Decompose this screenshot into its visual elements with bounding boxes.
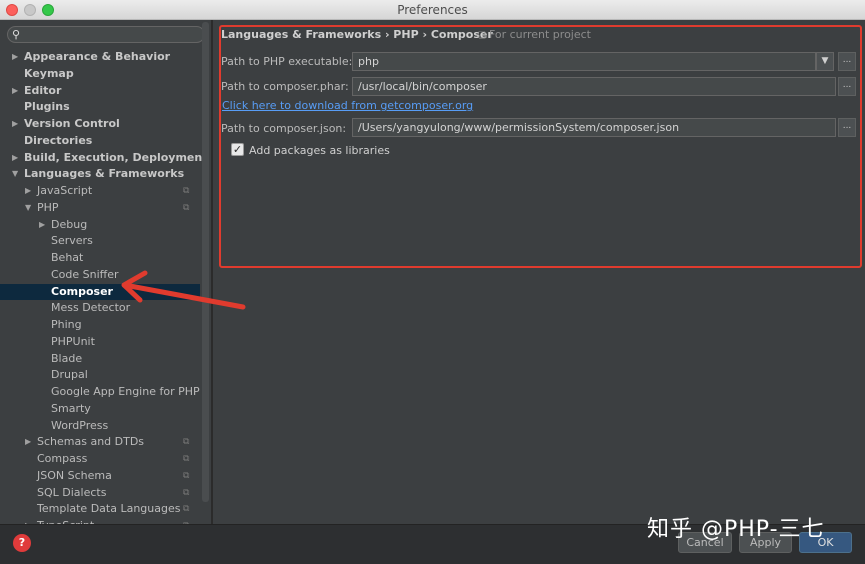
window-title: Preferences [397, 3, 468, 17]
project-scope-icon: ⧉ [183, 202, 190, 213]
project-scope-icon: ⧉ [183, 487, 190, 498]
sidebar-item-label: SQL Dialects [37, 485, 107, 499]
sidebar-item-json-schema[interactable]: JSON Schema ⧉ [0, 468, 200, 485]
chevron-right-icon[interactable]: ▶ [12, 116, 22, 133]
search-input[interactable] [26, 28, 196, 41]
sidebar-item-label: Composer [51, 284, 113, 298]
sidebar-item-compass[interactable]: Compass ⧉ [0, 451, 200, 468]
sidebar-item-php[interactable]: ▼ PHP ⧉ [0, 200, 200, 217]
sidebar-item-label: Blade [51, 351, 83, 365]
sidebar-item-javascript[interactable]: ▶ JavaScript ⧉ [0, 183, 200, 200]
project-scope-icon: ⧉ [183, 437, 190, 448]
sidebar-item-label: Plugins [24, 100, 70, 114]
sidebar-item-blade[interactable]: Blade [0, 351, 200, 368]
sidebar-item-phpunit[interactable]: PHPUnit [0, 334, 200, 351]
sidebar-item-appearance-behavior[interactable]: ▶ Appearance & Behavior [0, 49, 200, 66]
chevron-right-icon[interactable]: ▶ [12, 49, 22, 66]
sidebar-item-label: PHPUnit [51, 334, 95, 348]
sidebar-item-label: Editor [24, 83, 62, 97]
sidebar-item-label: Drupal [51, 368, 88, 382]
sidebar-item-label: Schemas and DTDs [37, 435, 145, 449]
sidebar-item-label: Google App Engine for PHP [51, 385, 200, 398]
sidebar-item-drupal[interactable]: Drupal [0, 367, 200, 384]
sidebar-scrollbar[interactable] [202, 22, 209, 502]
chevron-right-icon[interactable]: ▶ [12, 150, 22, 167]
sidebar-item-label: Code Sniffer [51, 267, 119, 281]
sidebar-item-label: Behat [51, 251, 84, 264]
sidebar-item-servers[interactable]: Servers [0, 233, 200, 250]
sidebar-item-label: Directories [24, 133, 93, 147]
highlight-box [219, 25, 862, 268]
sidebar-item-label: Appearance & Behavior [24, 50, 171, 63]
project-scope-icon: ⧉ [183, 454, 190, 464]
sidebar-item-label: JavaScript [37, 184, 93, 197]
sidebar-item-composer[interactable]: Composer [0, 283, 200, 301]
sidebar-item-label: Compass [37, 452, 88, 465]
sidebar-item-template-data-languages[interactable]: Template Data Languages ⧉ [0, 501, 200, 518]
settings-sidebar: ⚲ ▶ Appearance & Behavior Keymap ▶ Editor Plu… [0, 20, 211, 524]
help-icon[interactable]: ? [13, 534, 31, 552]
settings-search[interactable]: ⚲ [7, 26, 205, 43]
project-scope-icon: ⧉ [183, 470, 190, 481]
sidebar-item-label: JSON Schema [37, 468, 112, 482]
search-icon: ⚲ [12, 28, 21, 41]
sidebar-item-mess-detector[interactable]: Mess Detector [0, 300, 200, 317]
project-scope-icon: ⧉ [183, 504, 190, 515]
sidebar-item-directories[interactable]: Directories [0, 133, 200, 150]
sidebar-item-wordpress[interactable]: WordPress [0, 418, 200, 435]
sidebar-item-label: Mess Detector [51, 301, 131, 315]
sidebar-item-smarty[interactable]: Smarty [0, 401, 200, 418]
chevron-right-icon[interactable]: ▶ [25, 183, 35, 200]
sidebar-item-label: Version Control [24, 117, 120, 130]
chevron-right-icon[interactable]: ▶ [25, 434, 35, 451]
sidebar-item-editor[interactable]: ▶ Editor [0, 83, 200, 100]
sidebar-item-label: Debug [51, 217, 88, 231]
sidebar-item-sql-dialects[interactable]: SQL Dialects ⧉ [0, 485, 200, 502]
sidebar-item-keymap[interactable]: Keymap [0, 66, 200, 83]
sidebar-item-label: Languages & Frameworks [24, 167, 185, 181]
sidebar-item-debug[interactable]: ▶ Debug [0, 217, 200, 234]
sidebar-item-label: Smarty [51, 401, 91, 415]
sidebar-item-build-execution-deployment[interactable]: ▶ Build, Execution, Deployment [0, 150, 207, 167]
watermark-text: 知乎 @PHP-三七 [647, 517, 825, 542]
chevron-right-icon[interactable]: ▶ [12, 83, 22, 100]
sidebar-item-label: Servers [51, 234, 93, 248]
sidebar-item-label: Phing [51, 318, 82, 331]
sidebar-item-schemas-and-dtds[interactable]: ▶ Schemas and DTDs ⧉ [0, 434, 200, 451]
project-scope-icon: ⧉ [183, 186, 190, 196]
sidebar-item-google-app-engine-for-php[interactable]: Google App Engine for PHP [0, 384, 200, 401]
sidebar-item-phing[interactable]: Phing [0, 317, 200, 334]
sidebar-item-version-control[interactable]: ▶ Version Control [0, 116, 200, 133]
title-bar: Preferences [0, 0, 865, 20]
sidebar-item-label: PHP [37, 200, 59, 214]
sidebar-item-plugins[interactable]: Plugins [0, 99, 200, 116]
sidebar-item-languages-frameworks[interactable]: ▼ Languages & Frameworks [0, 166, 200, 183]
sidebar-item-label: Keymap [24, 66, 74, 80]
sidebar-item-behat[interactable]: Behat [0, 250, 200, 267]
sidebar-item-label: Template Data Languages [37, 502, 181, 516]
chevron-right-icon[interactable]: ▶ [39, 217, 49, 234]
sidebar-item-label: WordPress [51, 418, 109, 432]
sidebar-item-code-sniffer[interactable]: Code Sniffer [0, 267, 200, 284]
settings-tree: ▶ Appearance & Behavior Keymap ▶ Editor Plugi… [0, 49, 207, 524]
sidebar-item-label: Build, Execution, Deployment [24, 150, 208, 164]
chevron-down-icon[interactable]: ▼ [12, 166, 22, 183]
chevron-down-icon[interactable]: ▼ [25, 200, 35, 217]
